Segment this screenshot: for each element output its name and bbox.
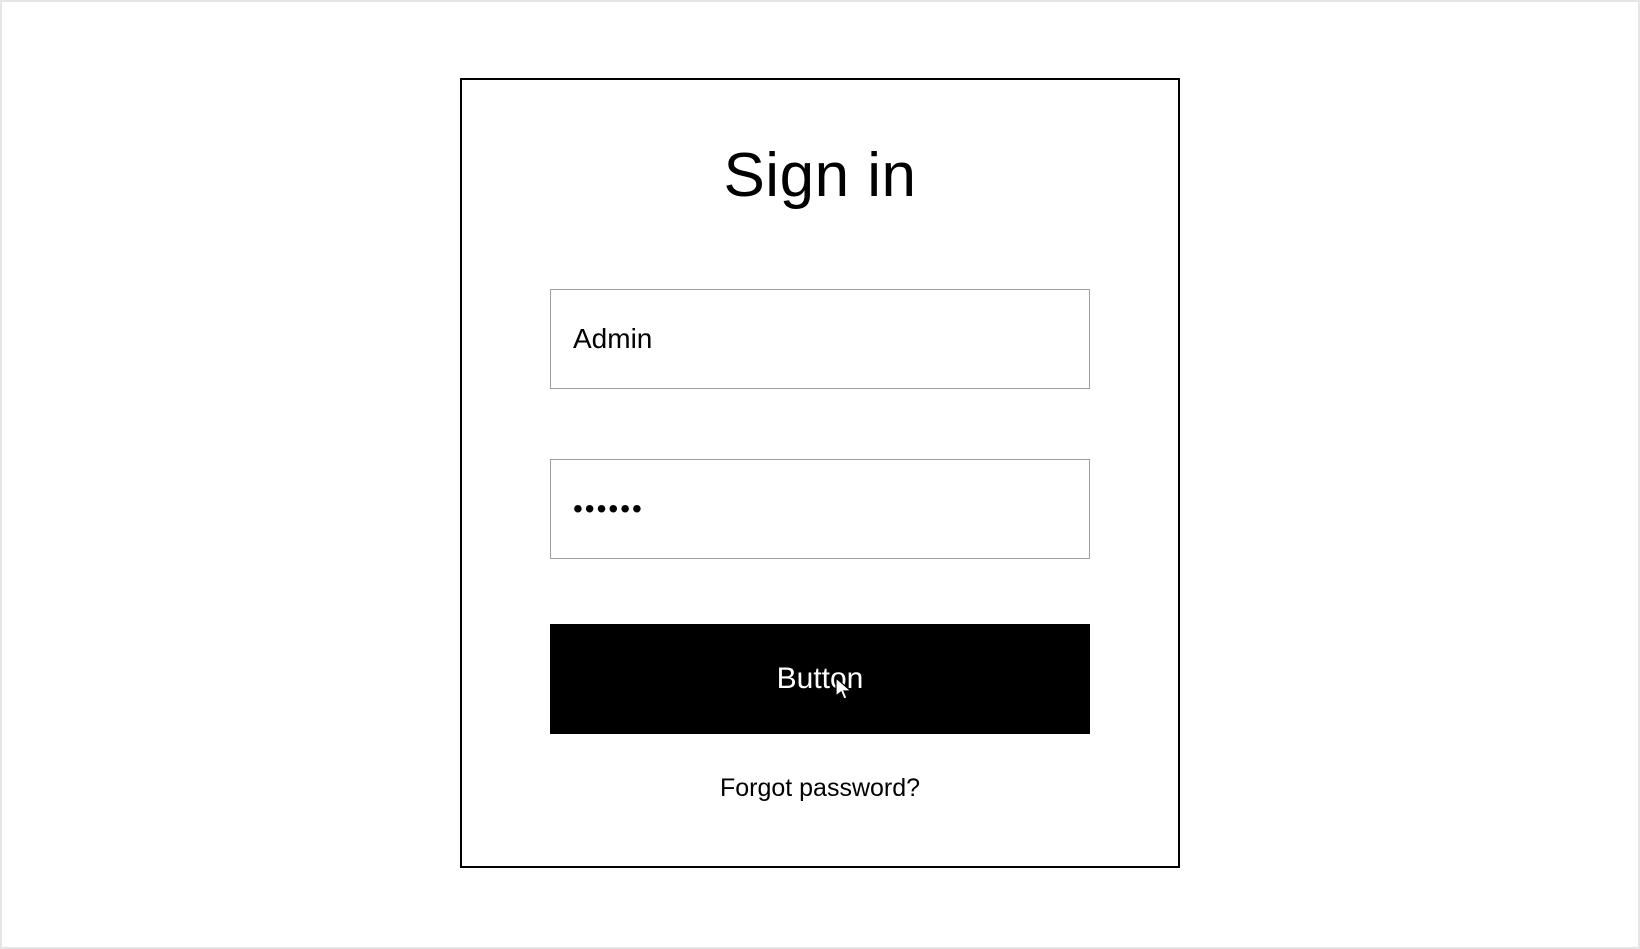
username-input[interactable] [550, 289, 1090, 389]
forgot-password-link[interactable]: Forgot password? [720, 774, 920, 803]
signin-button[interactable]: Button [550, 624, 1090, 734]
password-input[interactable] [550, 459, 1090, 559]
signin-heading: Sign in [723, 140, 916, 211]
signin-card: Sign in Button Forgot password? [460, 78, 1180, 868]
